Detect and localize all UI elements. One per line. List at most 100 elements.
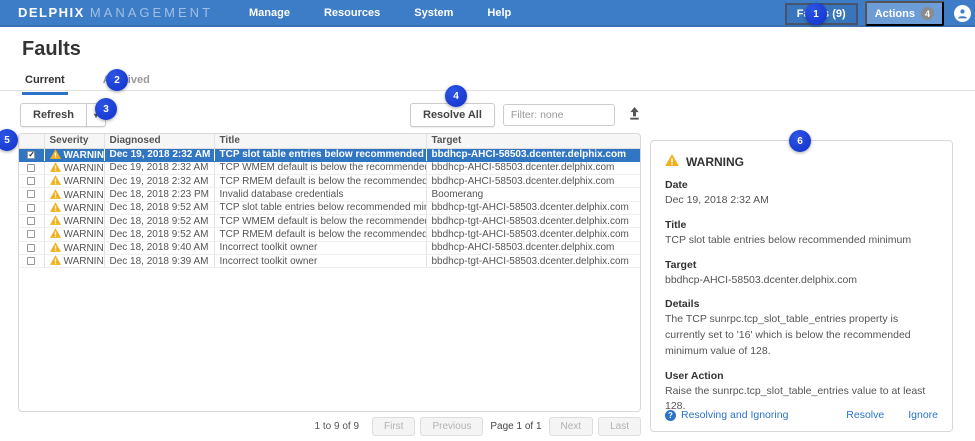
detail-footer: ? Resolving and Ignoring Resolve Ignore: [665, 409, 938, 421]
table-row[interactable]: WARNING Dec 18, 2018 9:52 AM TCP slot ta…: [19, 201, 640, 214]
ignore-link[interactable]: Ignore: [908, 409, 938, 421]
table-row[interactable]: WARNING Dec 19, 2018 2:32 AM TCP slot ta…: [19, 148, 640, 161]
diagnosed-cell: Dec 19, 2018 2:32 AM: [104, 161, 214, 174]
col-header-target[interactable]: Target: [426, 134, 640, 148]
table-row[interactable]: WARNING Dec 18, 2018 2:23 PM Invalid dat…: [19, 188, 640, 201]
warning-icon: [50, 202, 61, 212]
diagnosed-cell: Dec 19, 2018 2:32 AM: [104, 175, 214, 188]
top-nav-bar: DELPHIX MANAGEMENT Manage Resources Syste…: [0, 0, 975, 27]
help-icon: ?: [665, 410, 676, 421]
col-header-title[interactable]: Title: [214, 134, 426, 148]
nav-menu-item[interactable]: Help: [487, 7, 511, 19]
warning-icon: [50, 149, 61, 159]
severity-label: WARNING: [64, 229, 105, 240]
col-header-diagnosed[interactable]: Diagnosed: [104, 134, 214, 148]
export-button[interactable]: [627, 106, 642, 124]
callout-3: 3: [95, 98, 117, 120]
row-checkbox-cell: [19, 188, 44, 201]
warning-icon: [665, 154, 679, 169]
row-checkbox[interactable]: [27, 244, 35, 252]
title-cell: TCP RMEM default is below the recommende…: [214, 175, 426, 188]
refresh-button[interactable]: Refresh: [20, 103, 87, 127]
details-label: Details: [665, 298, 938, 310]
previous-page-button[interactable]: Previous: [420, 417, 483, 436]
pagination: 1 to 9 of 9 First Previous Page 1 of 1 N…: [18, 417, 641, 436]
severity-cell: WARNING: [44, 254, 104, 267]
row-checkbox[interactable]: [27, 164, 35, 172]
callout-1: 1: [805, 3, 827, 25]
resolving-ignoring-help-link[interactable]: ? Resolving and Ignoring: [665, 409, 788, 421]
severity-label: WARNING: [64, 150, 105, 161]
row-checkbox[interactable]: [27, 230, 35, 238]
warning-icon: [50, 189, 61, 199]
table-row[interactable]: WARNING Dec 18, 2018 9:52 AM TCP WMEM de…: [19, 214, 640, 227]
row-checkbox[interactable]: [27, 217, 35, 225]
warning-icon: [50, 215, 61, 225]
severity-label: WARNING: [64, 256, 105, 267]
tab-item[interactable]: Current: [22, 74, 68, 95]
diagnosed-cell: Dec 18, 2018 9:52 AM: [104, 214, 214, 227]
resolve-link[interactable]: Resolve: [846, 409, 884, 421]
col-header-severity[interactable]: Severity: [44, 134, 104, 148]
filter-input[interactable]: [503, 104, 615, 126]
page-title: Faults: [22, 38, 81, 61]
last-page-button[interactable]: Last: [598, 417, 641, 436]
brand-secondary: MANAGEMENT: [90, 5, 213, 20]
date-value: Dec 19, 2018 2:32 AM: [665, 193, 938, 209]
row-checkbox-cell: [19, 161, 44, 174]
actions-count-badge: 4: [921, 7, 934, 20]
table-row[interactable]: WARNING Dec 19, 2018 2:32 AM TCP WMEM de…: [19, 161, 640, 174]
date-label: Date: [665, 179, 938, 191]
severity-label: WARNING: [64, 243, 105, 254]
diagnosed-cell: Dec 18, 2018 9:52 AM: [104, 228, 214, 241]
title-cell: TCP RMEM default is below the recommende…: [214, 228, 426, 241]
diagnosed-cell: Dec 18, 2018 2:23 PM: [104, 188, 214, 201]
title-cell: TCP slot table entries below recommended…: [214, 148, 426, 161]
warning-icon: [50, 242, 61, 252]
table-row[interactable]: WARNING Dec 18, 2018 9:40 AM Incorrect t…: [19, 241, 640, 254]
severity-cell: WARNING: [44, 161, 104, 174]
row-checkbox-cell: [19, 241, 44, 254]
nav-menu-item[interactable]: System: [414, 7, 453, 19]
faults-table: Severity Diagnosed Title Target WARNING …: [18, 133, 641, 412]
row-checkbox[interactable]: [27, 151, 35, 159]
actions-button-label: Actions: [875, 8, 915, 20]
diagnosed-cell: Dec 18, 2018 9:39 AM: [104, 254, 214, 267]
target-cell: bbdhcp-tgt-AHCI-58503.dcenter.delphix.co…: [426, 254, 640, 267]
user-profile-icon[interactable]: [954, 5, 971, 22]
refresh-split-button: Refresh ▾: [20, 103, 106, 127]
table-row[interactable]: WARNING Dec 19, 2018 2:32 AM TCP RMEM de…: [19, 175, 640, 188]
page-indicator: Page 1 of 1: [490, 421, 541, 432]
severity-cell: WARNING: [44, 201, 104, 214]
export-icon: [627, 106, 642, 124]
callout-6: 6: [789, 130, 811, 152]
row-checkbox-cell: [19, 214, 44, 227]
row-checkbox-cell: [19, 254, 44, 267]
brand-primary: DELPHIX: [18, 5, 85, 20]
warning-icon: [50, 175, 61, 185]
actions-button[interactable]: Actions 4: [865, 1, 944, 26]
table-row[interactable]: WARNING Dec 18, 2018 9:39 AM Incorrect t…: [19, 254, 640, 267]
detail-severity-header: WARNING: [665, 154, 938, 169]
main-nav: Manage Resources System Help: [249, 7, 511, 19]
row-checkbox[interactable]: [27, 190, 35, 198]
target-cell: Boomerang: [426, 188, 640, 201]
table-header-row: Severity Diagnosed Title Target: [19, 134, 640, 148]
row-checkbox[interactable]: [27, 204, 35, 212]
next-page-button[interactable]: Next: [549, 417, 594, 436]
severity-label: WARNING: [64, 190, 105, 201]
diagnosed-cell: Dec 18, 2018 9:52 AM: [104, 201, 214, 214]
row-checkbox[interactable]: [27, 177, 35, 185]
nav-menu-item[interactable]: Resources: [324, 7, 380, 19]
fault-tabs: Current Archived: [22, 74, 153, 95]
title-cell: Invalid database credentials: [214, 188, 426, 201]
first-page-button[interactable]: First: [372, 417, 415, 436]
help-link-label: Resolving and Ignoring: [681, 409, 788, 421]
row-checkbox[interactable]: [27, 257, 35, 265]
severity-label: WARNING: [64, 216, 105, 227]
detail-title-section: Title TCP slot table entries below recom…: [665, 219, 938, 249]
severity-cell: WARNING: [44, 148, 104, 161]
warning-icon: [50, 228, 61, 238]
table-row[interactable]: WARNING Dec 18, 2018 9:52 AM TCP RMEM de…: [19, 228, 640, 241]
nav-menu-item[interactable]: Manage: [249, 7, 290, 19]
